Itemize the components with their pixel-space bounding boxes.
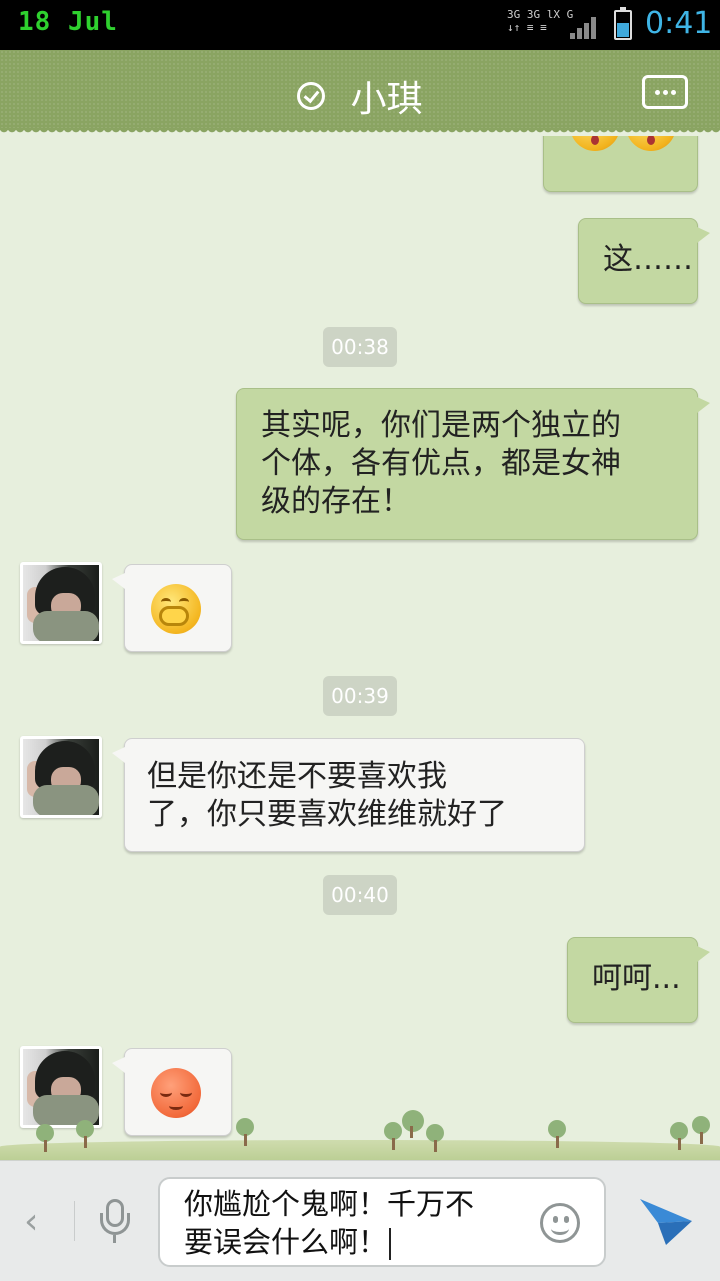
chat-messages[interactable]: 这…… 00:38 其实呢，你们是两个独立的 个体，各有优点，都是女神 级的存在… — [0, 136, 720, 1160]
chat-title: 小琪 — [350, 79, 423, 120]
hug-face-icon — [151, 584, 201, 634]
input-line: 你尴尬个鬼啊！千万不 — [184, 1187, 475, 1221]
input-line-wrap: 要误会什么啊！ — [184, 1223, 524, 1261]
network-activity: ↓↑ ≡ ≡ — [507, 21, 547, 34]
shocked-face-icon — [626, 136, 676, 151]
dot — [663, 90, 668, 95]
input-bar: ‹ 你尴尬个鬼啊！千万不 要误会什么啊！ — [0, 1160, 720, 1281]
message-text: 这…… — [603, 242, 693, 277]
message-bubble-received[interactable] — [112, 564, 232, 652]
message-text: 呵呵... — [592, 961, 681, 996]
chat-header: 小琪 — [0, 70, 720, 122]
status-time: 0:41 — [645, 6, 713, 41]
message-input-text: 你尴尬个鬼啊！千万不 要误会什么啊！ — [184, 1185, 524, 1261]
status-bar: 18 Jul 3G 3G lX G ↓↑ ≡ ≡ 0:41 — [0, 0, 720, 50]
network-type: 3G 3G lX G — [507, 8, 574, 21]
message-timestamp: 00:39 — [323, 676, 397, 716]
microphone-icon[interactable] — [98, 1199, 134, 1245]
shocked-face-icon — [570, 136, 620, 151]
message-timestamp: 00:40 — [323, 875, 397, 915]
avatar[interactable] — [20, 562, 102, 644]
message-bubble-sent[interactable]: 呵呵... — [567, 937, 710, 1023]
message-bubble-received[interactable] — [112, 1048, 232, 1136]
message-bubble-sent[interactable] — [543, 136, 698, 192]
message-bubble-sent[interactable]: 其实呢，你们是两个独立的 个体，各有优点，都是女神 级的存在！ — [236, 388, 710, 540]
back-button[interactable]: ‹ — [24, 1201, 38, 1242]
message-text-line: 了，你只要喜欢维维就好了 — [147, 797, 507, 832]
title-bar-edge — [0, 128, 720, 136]
check-circle-icon — [297, 82, 326, 110]
smiley-icon[interactable] — [540, 1203, 580, 1243]
battery-fill — [617, 22, 629, 37]
dot — [655, 90, 660, 95]
status-date: 18 Jul — [18, 7, 118, 37]
input-line: 要误会什么啊！ — [184, 1225, 388, 1259]
chat-menu-button[interactable] — [642, 75, 688, 109]
message-bubble-sent[interactable]: 这…… — [578, 218, 710, 304]
message-timestamp: 00:38 — [323, 327, 397, 367]
battery-icon — [614, 7, 632, 40]
send-plane-icon[interactable] — [636, 1193, 694, 1247]
dot — [671, 90, 676, 95]
message-input[interactable]: 你尴尬个鬼啊！千万不 要误会什么啊！ — [158, 1177, 606, 1267]
message-text-line: 其实呢，你们是两个独立的 — [261, 408, 621, 443]
message-text-line: 但是你还是不要喜欢我 — [147, 759, 447, 794]
avatar[interactable] — [20, 736, 102, 818]
sleepy-face-icon — [151, 1068, 201, 1118]
text-caret — [389, 1228, 392, 1260]
message-text-line: 级的存在！ — [261, 484, 411, 519]
divider — [74, 1201, 75, 1241]
message-bubble-received[interactable]: 但是你还是不要喜欢我 了，你只要喜欢维维就好了 — [112, 738, 585, 852]
avatar[interactable] — [20, 1046, 102, 1128]
message-text-line: 个体，各有优点，都是女神 — [261, 446, 621, 481]
signal-icon — [570, 15, 600, 39]
network-indicator: 3G 3G lX G ↓↑ ≡ ≡ — [507, 8, 573, 34]
